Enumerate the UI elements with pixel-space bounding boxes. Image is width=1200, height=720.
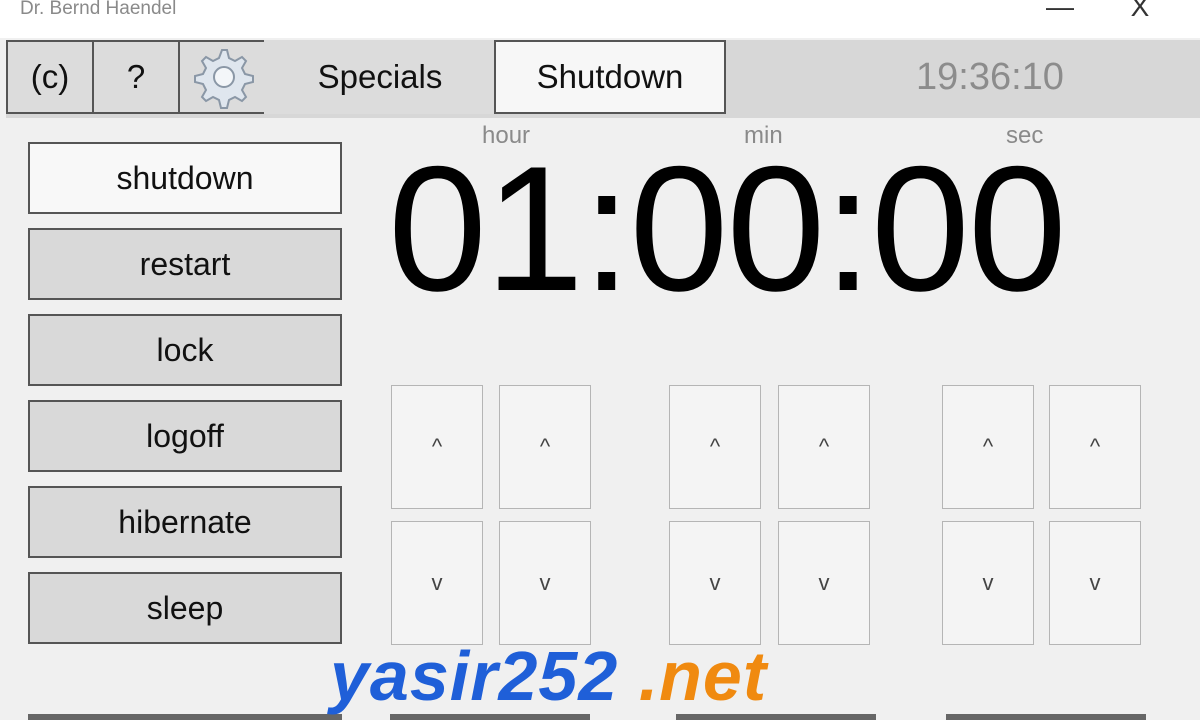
hibernate-button[interactable]: hibernate: [28, 486, 342, 558]
logoff-button[interactable]: logoff: [28, 400, 342, 472]
watermark-tld: .net: [618, 637, 768, 715]
sleep-button[interactable]: sleep: [28, 572, 342, 644]
tab-help[interactable]: ?: [92, 40, 180, 114]
shutdown-button[interactable]: shutdown: [28, 142, 342, 214]
sec-tens-up-button[interactable]: ^: [942, 385, 1034, 509]
close-button[interactable]: X: [1120, 0, 1160, 22]
tab-settings[interactable]: [178, 40, 266, 114]
hour-tens-up-button[interactable]: ^: [391, 385, 483, 509]
lock-button[interactable]: lock: [28, 314, 342, 386]
tab-specials[interactable]: Specials: [264, 40, 496, 114]
title-bar: Dr. Bernd Haendel — X: [0, 0, 1200, 38]
shutdown-panel: shutdown restart lock logoff hibernate s…: [6, 118, 1200, 720]
bottom-control-4: [946, 714, 1146, 720]
min-tens-up-button[interactable]: ^: [669, 385, 761, 509]
tab-copyright[interactable]: (c): [6, 40, 94, 114]
tab-strip: (c) ? Specials Shutdown 19:36:10: [6, 40, 1200, 118]
hour-ones-up-button[interactable]: ^: [499, 385, 591, 509]
gear-icon: [194, 49, 254, 109]
bottom-control-1: [28, 714, 342, 720]
current-time: 19:36:10: [916, 56, 1064, 98]
watermark-main: yasir252: [330, 637, 619, 715]
minimize-button[interactable]: —: [1040, 0, 1080, 22]
hour-ones-down-button[interactable]: v: [499, 521, 591, 645]
sec-ones-down-button[interactable]: v: [1049, 521, 1141, 645]
tab-shutdown[interactable]: Shutdown: [494, 40, 726, 114]
hour-tens-down-button[interactable]: v: [391, 521, 483, 645]
min-ones-down-button[interactable]: v: [778, 521, 870, 645]
window-title: Dr. Bernd Haendel: [20, 0, 177, 19]
restart-button[interactable]: restart: [28, 228, 342, 300]
min-tens-down-button[interactable]: v: [669, 521, 761, 645]
sec-ones-up-button[interactable]: ^: [1049, 385, 1141, 509]
countdown-display: 01:00:00: [388, 129, 1067, 328]
watermark: yasir252 .net: [330, 636, 767, 716]
min-ones-up-button[interactable]: ^: [778, 385, 870, 509]
sec-tens-down-button[interactable]: v: [942, 521, 1034, 645]
